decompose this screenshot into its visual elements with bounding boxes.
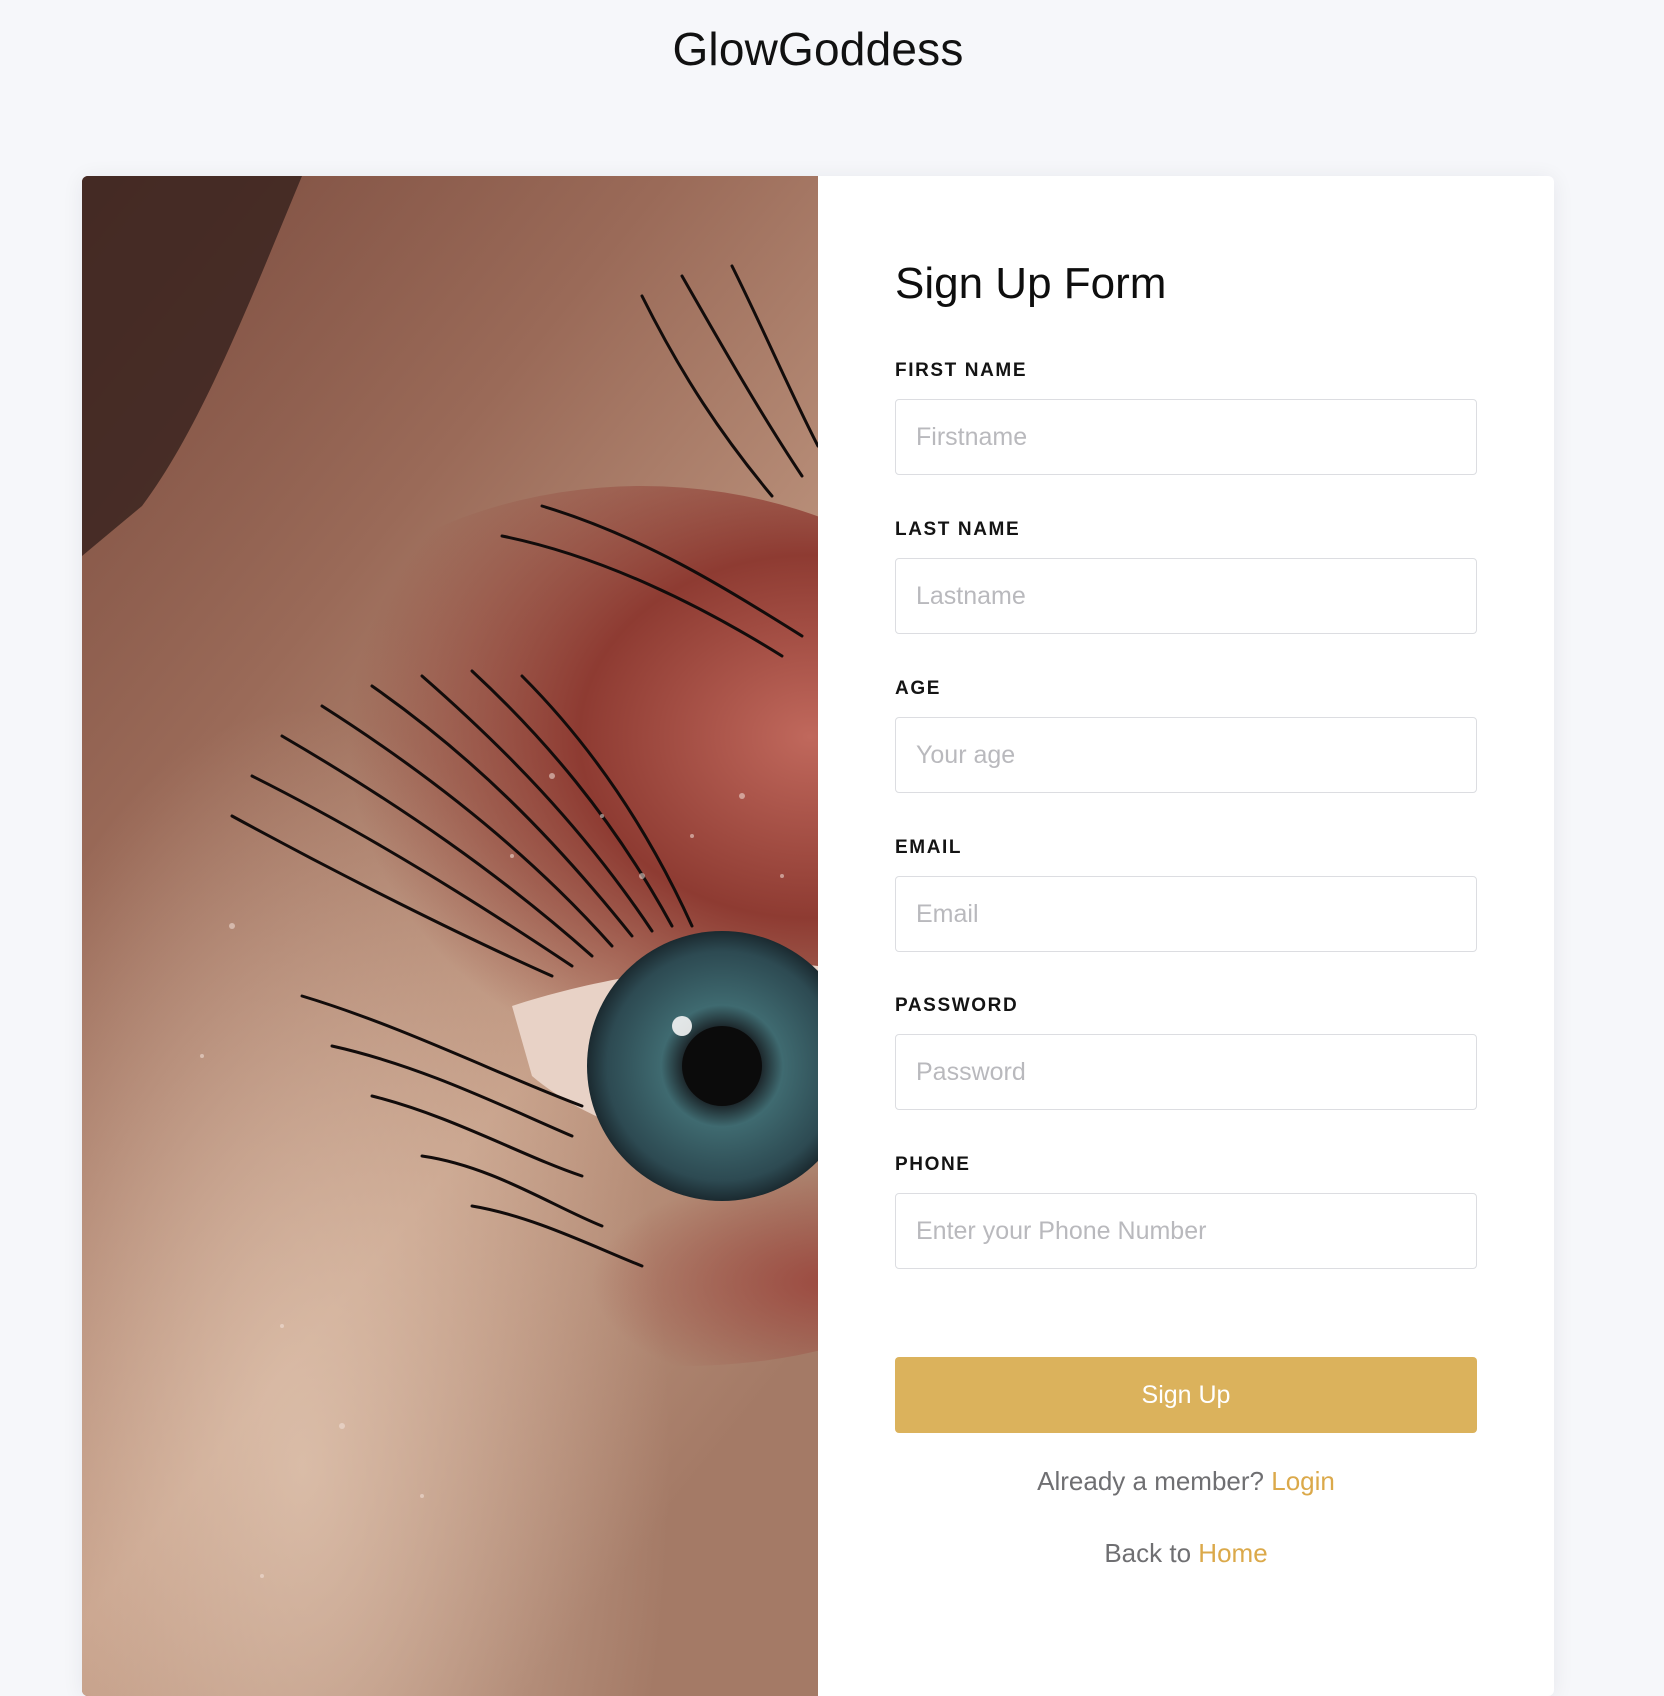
signup-card: Sign Up Form FIRST NAME LAST NAME AGE EM… [82,176,1554,1696]
password-input[interactable] [895,1034,1477,1110]
email-input[interactable] [895,876,1477,952]
last-name-label: LAST NAME [895,519,1021,540]
first-name-input[interactable] [895,399,1477,475]
age-label: AGE [895,678,941,699]
email-field: EMAIL [895,836,1477,952]
brand-logo: GlowGoddess [672,23,964,75]
home-prompt-text: Back to [1104,1538,1192,1568]
hero-image [82,176,818,1696]
form-title: Sign Up Form [895,259,1167,308]
home-link[interactable]: Home [1198,1538,1267,1568]
first-name-field: FIRST NAME [895,359,1477,475]
password-field: PASSWORD [895,994,1477,1110]
password-label: PASSWORD [895,995,1019,1016]
email-label: EMAIL [895,837,963,858]
phone-input[interactable] [895,1193,1477,1269]
login-link[interactable]: Login [1271,1466,1335,1496]
last-name-field: LAST NAME [895,518,1477,634]
login-prompt-text: Already a member? [1037,1466,1265,1496]
home-prompt: Back to Home [895,1538,1477,1569]
age-input[interactable] [895,717,1477,793]
last-name-input[interactable] [895,558,1477,634]
login-prompt: Already a member? Login [895,1466,1477,1497]
phone-label: PHONE [895,1154,971,1175]
sign-up-button[interactable]: Sign Up [895,1357,1477,1433]
phone-field: PHONE [895,1153,1477,1269]
eye-makeup-photo [82,176,818,1696]
first-name-label: FIRST NAME [895,360,1028,381]
age-field: AGE [895,677,1477,793]
